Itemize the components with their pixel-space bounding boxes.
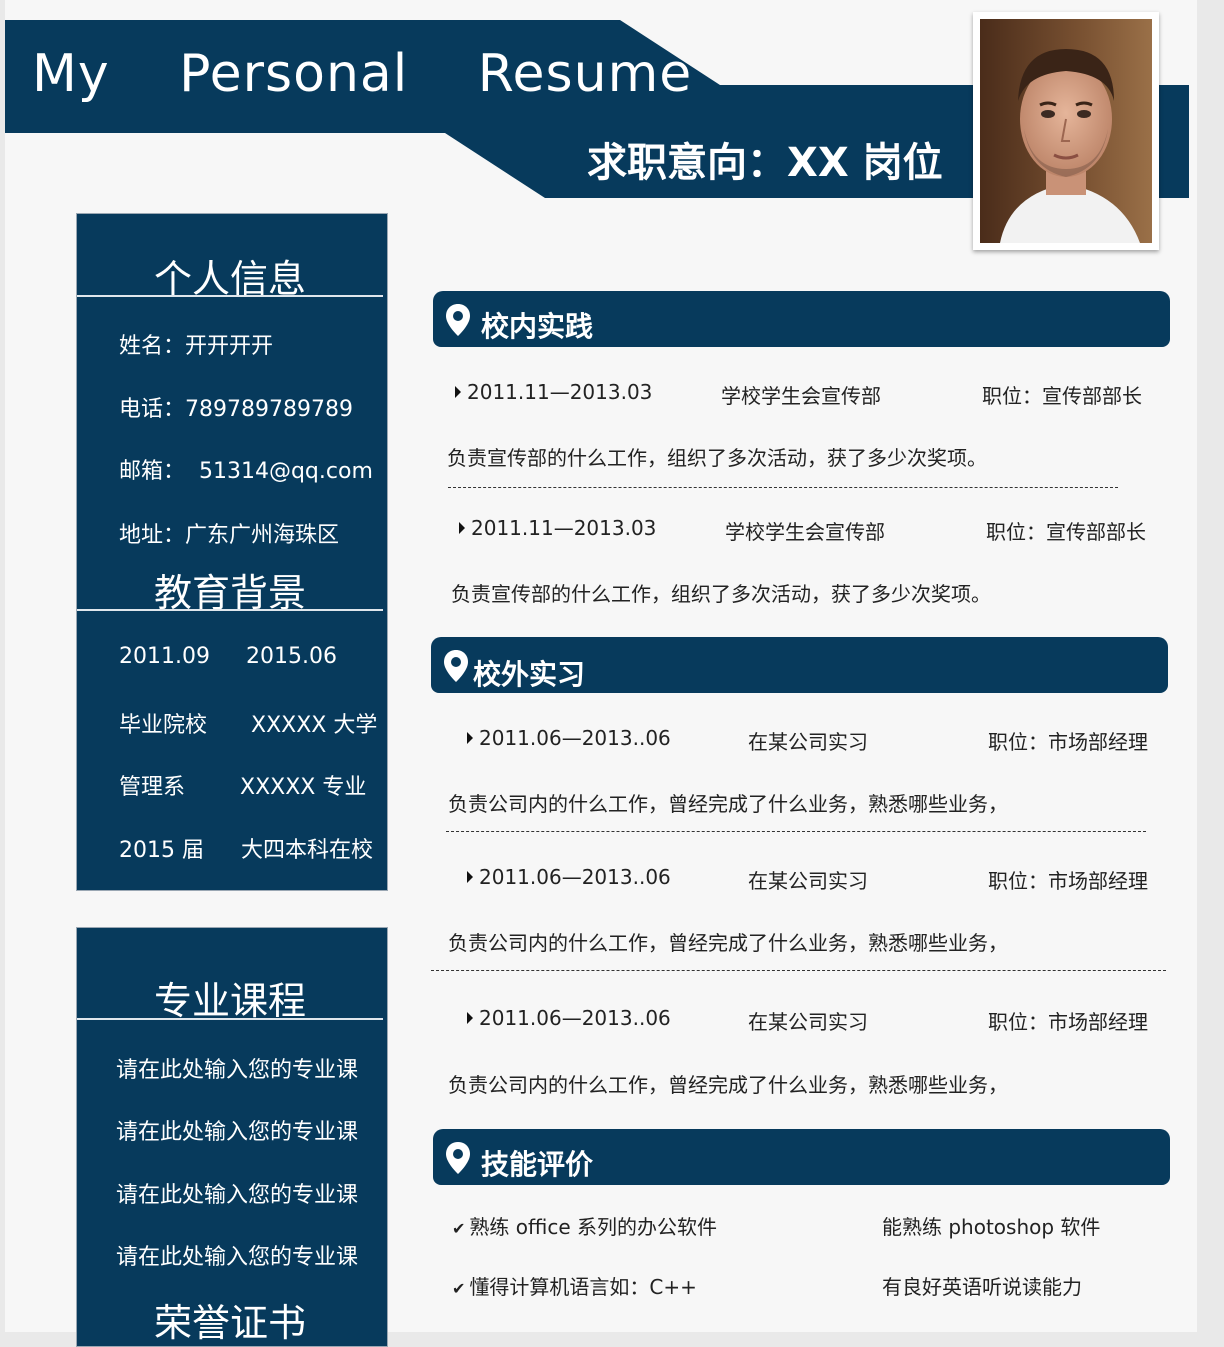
edu-class-year: 2015 届 — [119, 838, 204, 863]
campus-position: 职位：宣传部部长 — [986, 520, 1146, 544]
title-word: My — [32, 44, 110, 104]
section-header-campus: 校内实践 — [433, 291, 1170, 347]
course-item: 请在此处输入您的专业课 — [116, 1183, 359, 1208]
edu-department: 管理系 — [119, 775, 186, 800]
campus-desc: 负责宣传部的什么工作，组织了多次活动，获了多少次奖项。 — [451, 582, 991, 606]
location-pin-icon — [446, 1142, 470, 1174]
intern-org: 在某公司实习 — [748, 730, 868, 754]
intern-position: 职位：市场部经理 — [988, 730, 1148, 754]
intern-position: 职位：市场部经理 — [988, 869, 1148, 893]
sidebar-info-panel: 个人信息 姓名：开开开开 电话：789789789789 邮箱： 51314@q… — [76, 213, 388, 891]
resume-page: My Personal Resume 求职意向：XX 岗位 个人信息 姓名：开开… — [5, 0, 1197, 1347]
name-field: 姓名：开开开开 — [119, 334, 274, 359]
bullet-triangle-icon — [467, 732, 473, 744]
job-intent: 求职意向：XX 岗位 — [587, 140, 943, 186]
intern-desc: 负责公司内的什么工作，曾经完成了什么业务，熟悉哪些业务， — [448, 792, 1008, 816]
date-text: 2011.06—2013..06 — [479, 865, 671, 889]
skill-text: 熟练 office 系列的办公软件 — [469, 1215, 717, 1239]
skill-item: 有良好英语听说读能力 — [882, 1275, 1082, 1299]
section-title: 技能评价 — [481, 1148, 594, 1181]
intern-position: 职位：市场部经理 — [988, 1010, 1148, 1034]
address-field: 地址：广东广州海珠区 — [119, 523, 340, 548]
campus-desc: 负责宣传部的什么工作，组织了多次活动，获了多少次奖项。 — [447, 446, 987, 470]
campus-date: 2011.11—2013.03 — [459, 516, 656, 540]
date-text: 2011.06—2013..06 — [479, 1006, 671, 1030]
edu-start-date: 2011.09 — [119, 644, 210, 669]
intern-org: 在某公司实习 — [748, 1010, 868, 1034]
campus-position: 职位：宣传部部长 — [982, 384, 1142, 408]
profile-photo-frame — [973, 12, 1159, 250]
intern-date: 2011.06—2013..06 — [467, 726, 671, 750]
skill-item: 能熟练 photoshop 软件 — [882, 1215, 1101, 1239]
course-item: 请在此处输入您的专业课 — [116, 1120, 359, 1145]
location-pin-icon — [446, 304, 470, 336]
date-text: 2011.11—2013.03 — [467, 380, 653, 404]
skill-text: 懂得计算机语言如：C++ — [469, 1275, 697, 1299]
course-item: 请在此处输入您的专业课 — [116, 1245, 359, 1270]
phone-field: 电话：789789789789 — [119, 397, 353, 422]
email-field: 邮箱： 51314@qq.com — [119, 459, 373, 484]
bullet-triangle-icon — [459, 522, 465, 534]
course-item: 请在此处输入您的专业课 — [116, 1058, 359, 1083]
check-icon: ✔ — [452, 1279, 466, 1298]
intern-date: 2011.06—2013..06 — [467, 865, 671, 889]
edu-status: 大四本科在校 — [241, 838, 374, 863]
intern-desc: 负责公司内的什么工作，曾经完成了什么业务，熟悉哪些业务， — [448, 1073, 1008, 1097]
divider — [77, 609, 383, 611]
date-text: 2011.06—2013..06 — [479, 726, 671, 750]
skill-item: ✔ 懂得计算机语言如：C++ — [452, 1271, 697, 1300]
campus-org: 学校学生会宣传部 — [725, 520, 885, 544]
intern-org: 在某公司实习 — [748, 869, 868, 893]
section-header-internship: 校外实习 — [431, 637, 1168, 693]
bullet-triangle-icon — [467, 1012, 473, 1024]
location-pin-icon — [444, 650, 468, 682]
section-title: 校外实习 — [473, 658, 586, 691]
dashed-divider — [431, 970, 1166, 971]
bullet-triangle-icon — [467, 871, 473, 883]
edu-major: XXXXX 专业 — [240, 775, 367, 800]
skill-item: ✔ 熟练 office 系列的办公软件 — [452, 1211, 717, 1240]
section-header-skills: 技能评价 — [433, 1129, 1170, 1185]
avatar — [980, 19, 1152, 243]
courses-heading: 专业课程 — [153, 979, 306, 1023]
edu-school: XXXXX 大学 — [251, 713, 378, 738]
dashed-divider — [446, 831, 1146, 832]
intern-desc: 负责公司内的什么工作，曾经完成了什么业务，熟悉哪些业务， — [448, 931, 1008, 955]
sidebar-courses-panel: 专业课程 请在此处输入您的专业课 请在此处输入您的专业课 请在此处输入您的专业课… — [76, 927, 388, 1347]
divider — [77, 1018, 383, 1020]
title-word: Personal — [179, 44, 409, 104]
date-text: 2011.11—2013.03 — [471, 516, 657, 540]
resume-title: My Personal Resume — [32, 44, 692, 104]
bullet-triangle-icon — [455, 386, 461, 398]
campus-date: 2011.11—2013.03 — [455, 380, 652, 404]
campus-org: 学校学生会宣传部 — [721, 384, 881, 408]
edu-school-label: 毕业院校 — [119, 713, 208, 738]
section-title: 校内实践 — [481, 310, 594, 343]
title-word: Resume — [477, 44, 693, 104]
edu-end-date: 2015.06 — [246, 644, 337, 669]
honors-heading: 荣誉证书 — [153, 1301, 306, 1345]
intern-date: 2011.06—2013..06 — [467, 1006, 671, 1030]
dashed-divider — [448, 487, 1118, 488]
divider — [77, 295, 383, 297]
check-icon: ✔ — [452, 1219, 466, 1238]
